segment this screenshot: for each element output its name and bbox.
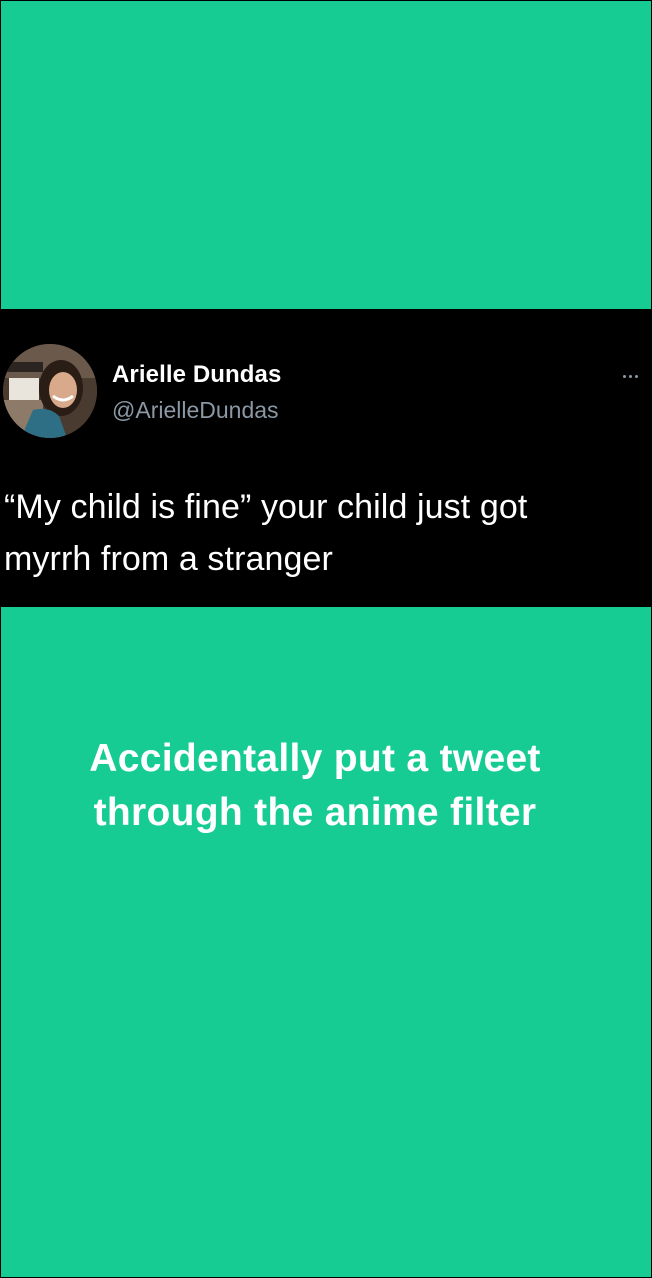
tweet-text: “My child is fine” your child just got m… <box>4 481 644 585</box>
caption-line: Accidentally put a tweet <box>89 737 541 780</box>
author-handle[interactable]: @ArielleDundas <box>112 397 279 424</box>
caption-line: through the anime filter <box>93 791 537 834</box>
author-name[interactable]: Arielle Dundas <box>112 361 281 389</box>
author-avatar[interactable] <box>3 344 97 438</box>
video-caption: Accidentally put a tweet through the ani… <box>1 732 629 840</box>
ellipsis-icon[interactable] <box>623 371 649 381</box>
tweet-text-line: myrrh from a stranger <box>4 540 333 578</box>
ellipsis-dot <box>635 374 638 378</box>
ellipsis-dot <box>629 374 632 378</box>
video-frame: Arielle Dundas @ArielleDundas “My child … <box>1 1 651 1277</box>
tweet-text-line: “My child is fine” your child just got <box>4 488 528 526</box>
tweet-card: Arielle Dundas @ArielleDundas “My child … <box>1 309 651 607</box>
ellipsis-dot <box>623 374 626 378</box>
